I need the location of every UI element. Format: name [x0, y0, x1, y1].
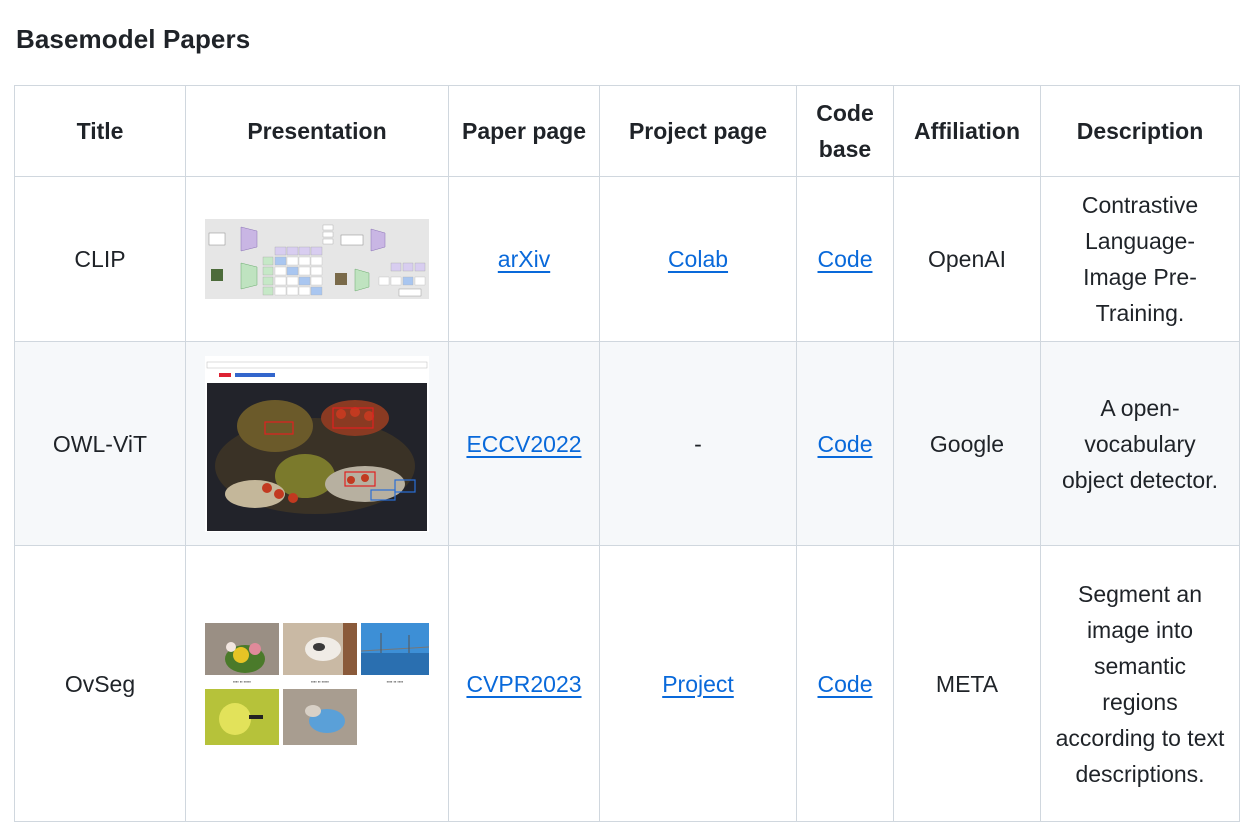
row-title: OWL-ViT [14, 341, 186, 546]
papers-table: Title Presentation Paper page Project pa… [14, 85, 1240, 822]
bridge-example-image [361, 622, 429, 675]
affiliation-cell: META [893, 545, 1041, 822]
description-cell: Contrastive Language-Image Pre-Training. [1040, 176, 1240, 342]
code-cell: Code [796, 341, 894, 546]
code-cell: Code [796, 176, 894, 342]
column-header-project-page: Project page [599, 85, 797, 177]
presentation-cell [185, 176, 449, 342]
paper-cell: CVPR2023 [448, 545, 600, 822]
caption-1: ▪▪▪▪ ▪▪ ▪▪▪▪▪ [233, 678, 251, 684]
code-link[interactable]: Code [818, 246, 873, 272]
row-title: OvSeg [14, 545, 186, 822]
paper-link[interactable]: ECCV2022 [466, 431, 581, 457]
affiliation-cell: Google [893, 341, 1041, 546]
ovseg-examples-thumbnail: ▪▪▪▪ ▪▪ ▪▪▪▪▪ ▪▪▪▪ ▪▪ ▪▪▪▪▪ ▪▪▪▪ ▪▪ ▪▪▪▪ [205, 622, 429, 745]
project-cell: - [599, 341, 797, 546]
section-heading: Basemodel Papers [16, 24, 251, 54]
row-title: CLIP [14, 176, 186, 342]
project-link[interactable]: Project [662, 671, 734, 697]
clip-diagram-thumbnail [205, 219, 429, 299]
table-row: CLIP arXiv Colab Code OpenAI Contrastive… [14, 176, 1240, 342]
bowl-example-image [283, 688, 357, 745]
table-header-row: Title Presentation Paper page Project pa… [14, 85, 1240, 177]
table-row: OvSeg ▪▪▪▪ ▪▪ ▪▪▪▪▪ ▪▪▪▪ ▪▪ ▪▪▪▪▪ ▪▪▪▪ ▪… [14, 545, 1240, 822]
code-link[interactable]: Code [818, 431, 873, 457]
flowers-example-image [205, 622, 279, 675]
column-header-paper-page: Paper page [448, 85, 600, 177]
column-header-presentation: Presentation [185, 85, 449, 177]
code-cell: Code [796, 545, 894, 822]
presentation-cell: ▪▪▪▪ ▪▪ ▪▪▪▪▪ ▪▪▪▪ ▪▪ ▪▪▪▪▪ ▪▪▪▪ ▪▪ ▪▪▪▪ [185, 545, 449, 822]
presentation-cell [185, 341, 449, 546]
column-header-code-base: Code base [796, 85, 894, 177]
paper-link[interactable]: CVPR2023 [466, 671, 581, 697]
project-cell: Project [599, 545, 797, 822]
description-cell: Segment an image into semantic regions a… [1040, 545, 1240, 822]
caption-3: ▪▪▪▪ ▪▪ ▪▪▪▪ [386, 678, 404, 684]
affiliation-cell: OpenAI [893, 176, 1041, 342]
project-cell: Colab [599, 176, 797, 342]
flower-closeup-example-image [205, 688, 279, 745]
paper-link[interactable]: arXiv [498, 246, 550, 272]
paper-cell: ECCV2022 [448, 341, 600, 546]
project-link[interactable]: Colab [668, 246, 728, 272]
caption-2: ▪▪▪▪ ▪▪ ▪▪▪▪▪ [311, 678, 329, 684]
readme-page: Basemodel Papers Title Presentation Pape… [0, 0, 1249, 822]
description-cell: A open-vocabulary object detector. [1040, 341, 1240, 546]
column-header-description: Description [1040, 85, 1240, 177]
table-row: OWL-ViT ECCV2022 - Code Google A open-vo… [14, 341, 1240, 546]
column-header-affiliation: Affiliation [893, 85, 1041, 177]
cat-example-image [283, 622, 357, 675]
paper-cell: arXiv [448, 176, 600, 342]
column-header-title: Title [14, 85, 186, 177]
owl-vit-demo-thumbnail [205, 355, 429, 532]
code-link[interactable]: Code [818, 671, 873, 697]
